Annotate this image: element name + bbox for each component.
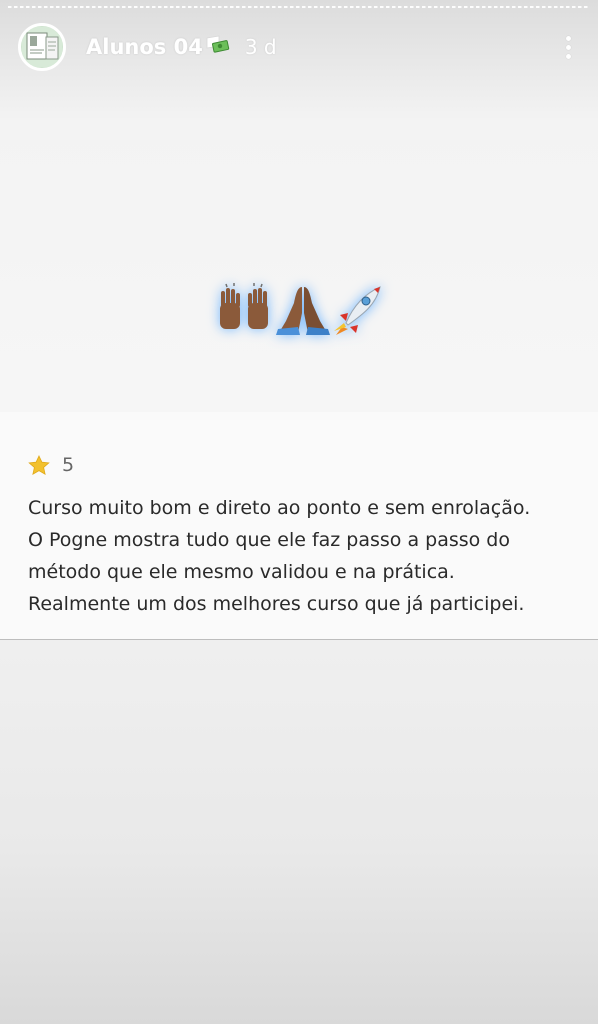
rating-value: 5 — [62, 454, 75, 476]
raising-hands-emoji-icon — [220, 283, 268, 329]
rocket-emoji-icon — [334, 286, 381, 335]
more-vertical-icon-dot — [565, 53, 571, 59]
review-text-line: Curso muito bom e direto ao ponto e sem … — [28, 497, 531, 519]
review-text-line: O Pogne mostra tudo que ele faz passo a … — [28, 529, 510, 551]
story-progress-bar — [8, 6, 590, 8]
avatar[interactable] — [18, 23, 66, 71]
review-text-line: Realmente um dos melhores curso que já p… — [28, 593, 525, 615]
review-text: Curso muito bom e direto ao ponto e sem … — [28, 492, 588, 620]
story-header: Alunos 04 3 d — [18, 22, 580, 72]
review-text-line: método que ele mesmo validou e na prátic… — [28, 561, 455, 583]
review-card: 5 Curso muito bom e direto ao ponto e se… — [0, 412, 598, 640]
more-options-button[interactable] — [556, 27, 580, 67]
emoji-sticker[interactable] — [214, 278, 388, 342]
star-icon — [28, 454, 50, 475]
money-with-wings-icon — [205, 34, 231, 60]
folded-hands-emoji-icon — [276, 287, 330, 335]
avatar-image — [22, 27, 62, 67]
more-vertical-icon-dot — [565, 44, 571, 50]
story-view[interactable]: Alunos 04 3 d 5 Curso muito bom e direto… — [0, 0, 598, 1024]
username[interactable]: Alunos 04 — [86, 35, 203, 59]
more-vertical-icon — [565, 35, 571, 41]
post-time: 3 d — [244, 35, 277, 59]
rating: 5 — [28, 454, 74, 476]
